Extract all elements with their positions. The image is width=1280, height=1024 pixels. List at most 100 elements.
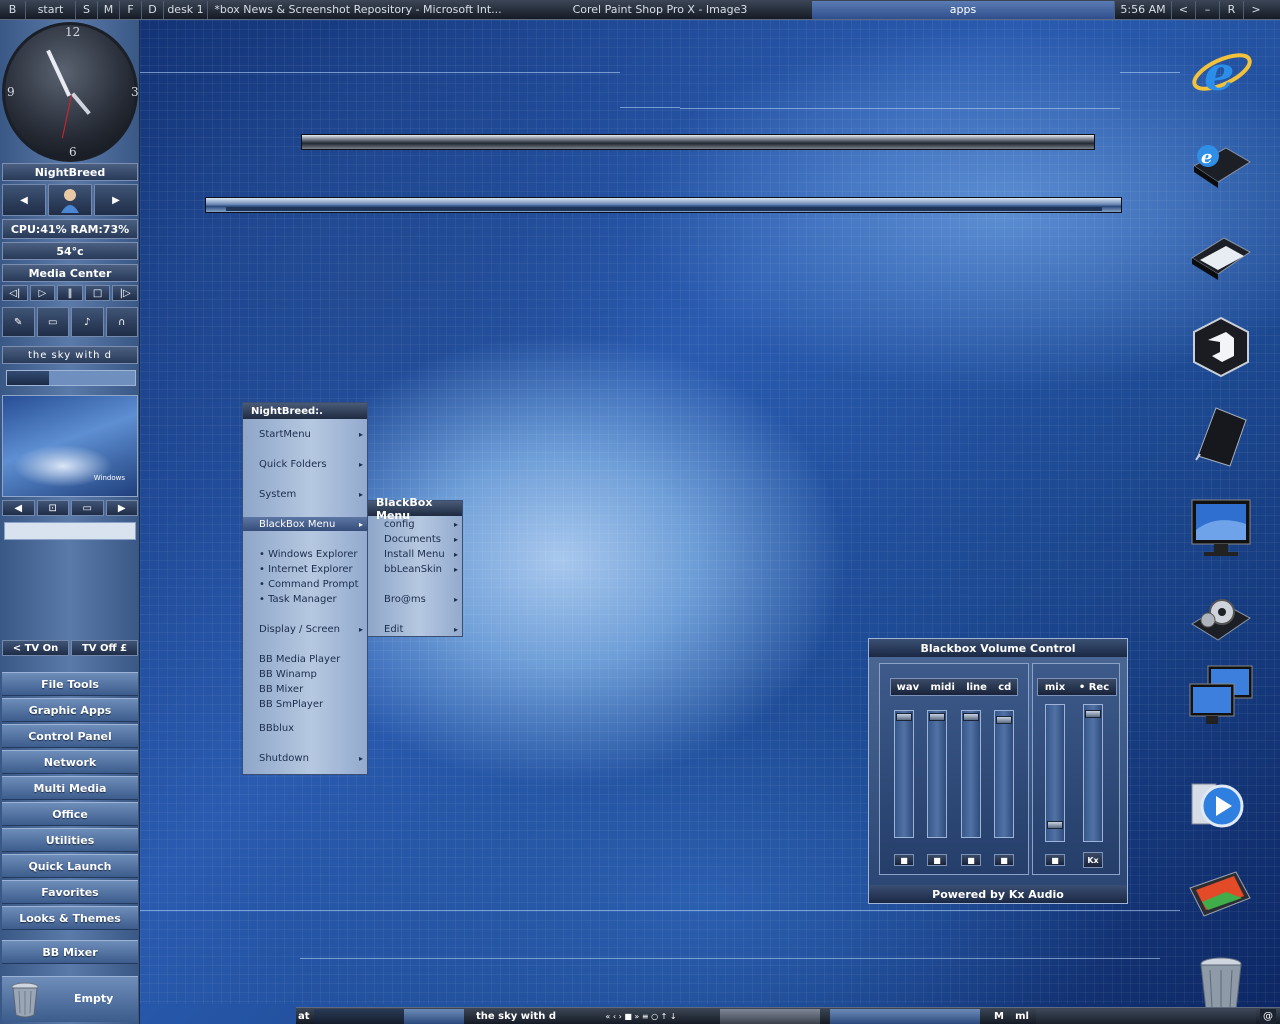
menu-item-windows-explorer[interactable]: • Windows Explorer — [243, 547, 367, 561]
minimize-button[interactable]: – — [1196, 0, 1220, 19]
bottom-visualizer[interactable] — [720, 1009, 820, 1024]
nav-item-bb-mixer[interactable]: BB Mixer — [2, 940, 138, 964]
blackbox-button[interactable]: B — [0, 0, 26, 19]
notebook-icon[interactable] — [1186, 400, 1256, 470]
menu-item-bbblux[interactable]: BBblux — [243, 721, 367, 735]
nav-item-graphic-apps[interactable]: Graphic Apps — [2, 698, 138, 722]
start-button[interactable]: start — [26, 0, 76, 19]
menu-item-system[interactable]: System ▸ — [243, 487, 367, 501]
slider-knob-midi[interactable] — [929, 713, 945, 721]
slider-mix[interactable] — [1045, 704, 1065, 842]
m-button[interactable]: M — [98, 0, 120, 19]
task-paintshop[interactable]: Corel Paint Shop Pro X - Image3 — [508, 1, 812, 19]
headphones-button[interactable]: ∩ — [105, 307, 138, 337]
tray-clock[interactable]: 5:56 AM — [1114, 0, 1172, 19]
desktop-thumbnail[interactable]: Windows — [2, 395, 138, 497]
task-apps[interactable]: apps — [812, 0, 1114, 19]
desktop-bar-top[interactable] — [301, 134, 1095, 150]
mute-line-button[interactable]: ■ — [961, 854, 981, 866]
workspace-label[interactable]: desk 1 — [164, 0, 208, 19]
settings-folder-icon[interactable] — [1186, 584, 1256, 654]
d-button[interactable]: D — [142, 0, 164, 19]
slider-wav[interactable] — [894, 710, 914, 838]
s-button[interactable]: S — [76, 0, 98, 19]
nav-item-looks-themes[interactable]: Looks & Themes — [2, 906, 138, 930]
task-ie[interactable]: *box News & Screenshot Repository - Micr… — [208, 1, 508, 19]
mute-mix-button[interactable]: ■ — [1045, 854, 1065, 866]
submenu-item-install-menu[interactable]: Install Menu ▸ — [368, 547, 462, 561]
submenu-item-broams[interactable]: Bro@ms ▸ — [368, 592, 462, 606]
menu-item-bb-mixer[interactable]: BB Mixer — [243, 682, 367, 696]
menu-item-bb-winamp[interactable]: BB Winamp — [243, 667, 367, 681]
mute-midi-button[interactable]: ■ — [927, 854, 947, 866]
slider-rec[interactable] — [1083, 704, 1103, 842]
menu-item-bb-smplayer[interactable]: BB SmPlayer — [243, 697, 367, 711]
thumb-next-button[interactable]: ▶ — [105, 500, 138, 516]
thumb-prev-button[interactable]: ◀ — [2, 500, 35, 516]
music-button[interactable]: ♪ — [71, 307, 104, 337]
tv-off-button[interactable]: TV Off £ — [71, 640, 138, 656]
submenu-item-edit[interactable]: Edit ▸ — [368, 622, 462, 636]
mute-wav-button[interactable]: ■ — [894, 854, 914, 866]
nav-item-office[interactable]: Office — [2, 802, 138, 826]
menu-item-blackbox-menu[interactable]: BlackBox Menu ▸ — [243, 517, 367, 531]
nav-item-favorites[interactable]: Favorites — [2, 880, 138, 904]
slider-knob-mix[interactable] — [1047, 821, 1063, 829]
slider-line[interactable] — [961, 710, 981, 838]
window-button[interactable]: ▭ — [36, 307, 69, 337]
desktop-bar-bottom[interactable] — [205, 197, 1122, 213]
nav-item-control-panel[interactable]: Control Panel — [2, 724, 138, 748]
monitor-icon[interactable] — [1186, 494, 1256, 564]
restore-button[interactable]: R — [1220, 0, 1244, 19]
menu-item-command-prompt[interactable]: • Command Prompt — [243, 577, 367, 591]
nav-item-file-tools[interactable]: File Tools — [2, 672, 138, 696]
image-viewer-icon[interactable] — [1186, 858, 1256, 928]
bottom-volume-bar[interactable] — [830, 1009, 980, 1024]
nav-item-utilities[interactable]: Utilities — [2, 828, 138, 852]
network-monitors-icon[interactable] — [1186, 662, 1256, 732]
bottom-progress[interactable] — [314, 1009, 464, 1024]
track-progress-bar[interactable] — [6, 370, 136, 386]
bottom-ml-button[interactable]: ml — [1012, 1009, 1032, 1024]
media-prev-button[interactable]: ◁| — [2, 285, 28, 301]
ie-folder-icon[interactable]: e — [1186, 126, 1256, 196]
menu-item-display-screen[interactable]: Display / Screen ▸ — [243, 622, 367, 636]
prev-workspace-button[interactable]: < — [1172, 0, 1196, 19]
menu-item-quick-folders[interactable]: Quick Folders ▸ — [243, 457, 367, 471]
tv-on-button[interactable]: < TV On — [2, 640, 69, 656]
kx-button[interactable]: Kx — [1083, 852, 1103, 868]
recycle-bin-panel[interactable]: Empty — [2, 976, 138, 1022]
slider-cd[interactable] — [994, 710, 1014, 838]
next-workspace-button[interactable]: > — [1244, 1, 1268, 19]
mute-cd-button[interactable]: ■ — [994, 854, 1014, 866]
f-button[interactable]: F — [120, 0, 142, 19]
internet-explorer-icon[interactable]: e — [1186, 38, 1256, 108]
media-play-button[interactable]: ▷ — [29, 285, 56, 301]
media-pause-button[interactable]: ‖ — [57, 285, 83, 301]
visualizer-button[interactable]: ✎ — [2, 307, 35, 337]
prev-user-button[interactable]: ◀ — [2, 184, 46, 216]
slider-knob-cd[interactable] — [996, 716, 1012, 724]
thumb-capture-button[interactable]: ⊡ — [36, 500, 69, 516]
bottom-media-controls[interactable]: « ‹ › ■ » ≡ ○ ↑ ↓ — [568, 1009, 714, 1024]
slider-knob-rec[interactable] — [1085, 710, 1101, 718]
box-app-icon[interactable] — [1186, 312, 1256, 382]
user-avatar[interactable] — [48, 184, 92, 216]
submenu-item-documents[interactable]: Documents ▸ — [368, 532, 462, 546]
nav-item-quick-launch[interactable]: Quick Launch — [2, 854, 138, 878]
thumb-window-button[interactable]: ▭ — [71, 500, 104, 516]
bottom-corner-button[interactable]: @ — [1260, 1009, 1276, 1024]
menu-item-internet-explorer[interactable]: • Internet Explorer — [243, 562, 367, 576]
nav-item-network[interactable]: Network — [2, 750, 138, 774]
folder-icon[interactable] — [1186, 218, 1256, 288]
media-stop-button[interactable]: □ — [84, 285, 111, 301]
menu-item-task-manager[interactable]: • Task Manager — [243, 592, 367, 606]
slider-knob-wav[interactable] — [896, 713, 912, 721]
panel-input[interactable] — [4, 522, 136, 540]
submenu-item-config[interactable]: config ▸ — [368, 517, 462, 531]
bottom-m-button[interactable]: M — [990, 1009, 1008, 1024]
next-user-button[interactable]: ▶ — [94, 184, 138, 216]
slider-midi[interactable] — [927, 710, 947, 838]
slider-knob-line[interactable] — [963, 713, 979, 721]
menu-item-bb-media-player[interactable]: BB Media Player — [243, 652, 367, 666]
